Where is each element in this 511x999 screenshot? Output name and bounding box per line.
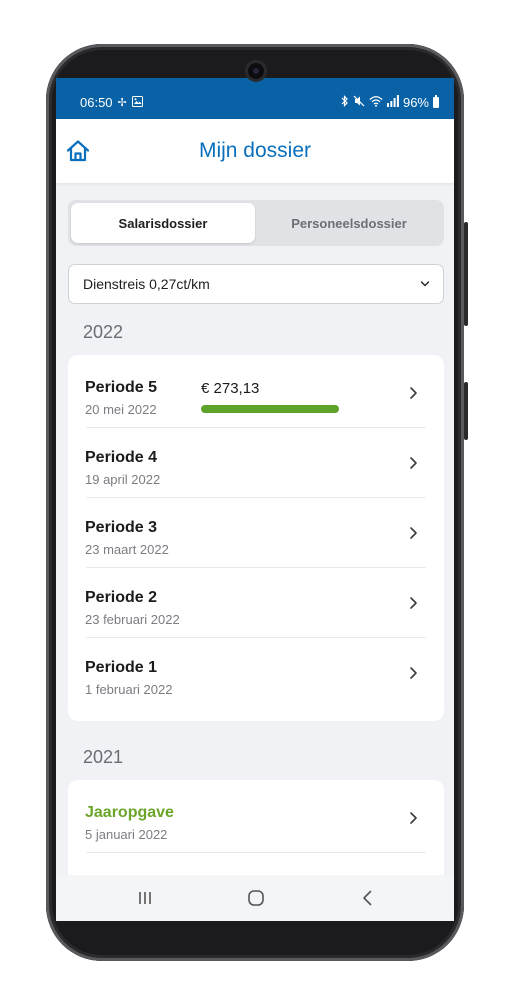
- battery-percent: 96%: [402, 95, 429, 110]
- item-date: 19 april 2022: [85, 472, 161, 487]
- side-button: [464, 382, 468, 440]
- image-icon: [131, 95, 143, 110]
- app-header: Mijn dossier: [56, 119, 454, 183]
- periods-card-2022: Periode 5 20 mei 2022 € 273,13 Periode 4…: [68, 355, 444, 721]
- item-title: Periode 5: [85, 379, 158, 396]
- filter-dropdown[interactable]: Dienstreis 0,27ct/km: [68, 264, 444, 304]
- wifi-icon: [369, 95, 383, 110]
- item-date: 5 januari 2022: [85, 827, 168, 842]
- item-date: 1 februari 2022: [85, 682, 173, 697]
- list-item-periode-1[interactable]: Periode 1 1 februari 2022: [68, 638, 444, 708]
- item-date: 23 februari 2022: [85, 612, 180, 627]
- item-date: 23 maart 2022: [85, 542, 169, 557]
- list-item-periode-2[interactable]: Periode 2 23 februari 2022: [68, 568, 444, 638]
- back-icon: [363, 890, 372, 906]
- home-nav-button[interactable]: [246, 888, 266, 908]
- recent-apps-button[interactable]: [135, 888, 155, 908]
- chevron-down-icon: [420, 281, 430, 287]
- signal-icon: [386, 95, 399, 110]
- chevron-right-icon: [410, 597, 417, 609]
- list-item-periode-4[interactable]: Periode 4 19 april 2022: [68, 428, 444, 498]
- battery-icon: [433, 95, 439, 108]
- system-nav-bar: [56, 875, 454, 921]
- status-bar: 06:50 ✢ 96%: [56, 78, 454, 119]
- list-item-jaaropgave[interactable]: Jaaropgave 5 januari 2022: [68, 783, 444, 853]
- item-title: Periode 3: [85, 519, 158, 536]
- page-title: Mijn dossier: [198, 139, 312, 162]
- back-button[interactable]: [358, 888, 378, 908]
- item-title: Periode 1: [85, 659, 158, 676]
- bluetooth-icon: [341, 95, 349, 110]
- status-left: 06:50 ✢: [80, 95, 143, 110]
- front-camera: [248, 63, 264, 79]
- year-heading-2021: 2021: [83, 747, 124, 767]
- tab-personeelsdossier[interactable]: Personeelsdossier: [257, 203, 441, 243]
- amount-bar-fill: [201, 405, 339, 413]
- recents-icon: [139, 892, 151, 904]
- chevron-right-icon: [410, 812, 417, 824]
- chevron-right-icon: [410, 387, 417, 399]
- chevron-right-icon: [410, 527, 417, 539]
- chevron-right-icon: [410, 457, 417, 469]
- item-title: Periode 2: [85, 589, 158, 606]
- status-right: 96%: [341, 95, 439, 110]
- tab-salarisdossier[interactable]: Salarisdossier: [71, 203, 255, 243]
- item-title: Jaaropgave: [85, 804, 174, 821]
- chevron-right-icon: [410, 667, 417, 679]
- status-time: 06:50: [80, 95, 113, 110]
- home-circle-icon: [248, 890, 264, 906]
- amount-bar: [201, 405, 339, 413]
- item-date: 20 mei 2022: [85, 402, 157, 417]
- mute-icon: [353, 95, 365, 110]
- dossier-tabs: Salarisdossier Personeelsdossier: [68, 200, 444, 246]
- list-item-periode-5[interactable]: Periode 5 20 mei 2022 € 273,13: [68, 358, 444, 428]
- item-title: Periode 4: [85, 449, 158, 466]
- divider: [86, 852, 426, 853]
- screen: 06:50 ✢ 96% Mijn dossier Salarisdossier …: [56, 78, 454, 921]
- pinwheel-icon: ✢: [117, 96, 127, 109]
- filter-selected-value: Dienstreis 0,27ct/km: [83, 276, 210, 292]
- list-item-periode-3[interactable]: Periode 3 23 maart 2022: [68, 498, 444, 568]
- year-heading-2022: 2022: [83, 322, 124, 342]
- net-amount: € 273,13: [201, 380, 260, 397]
- side-button: [464, 222, 468, 326]
